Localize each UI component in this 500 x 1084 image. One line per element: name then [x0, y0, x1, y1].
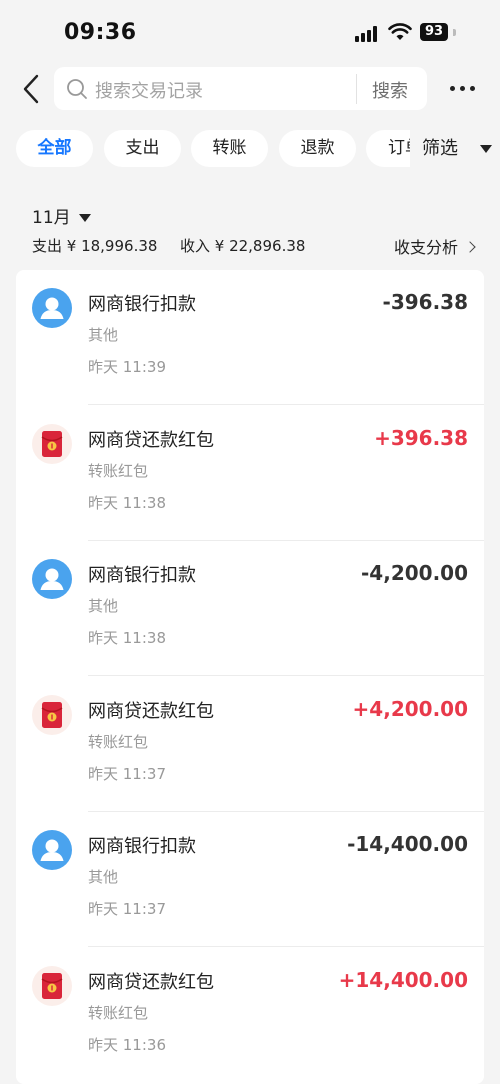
red-envelope-icon — [32, 965, 72, 1006]
transaction-category: 转账红包 — [88, 461, 149, 480]
status-time: 09:36 — [64, 20, 137, 45]
income-expense-analysis-link[interactable]: 收支分析 — [393, 234, 476, 258]
signal-icon — [355, 26, 381, 42]
transaction-title: 网商银行扣款 — [88, 294, 196, 315]
transaction-title: 网商贷还款红包 — [88, 700, 214, 722]
filter-tabs: 全部 支出 转账 退款 订单 筛选 — [0, 130, 500, 168]
tab-expense[interactable]: 支出 — [104, 130, 181, 167]
tab-all[interactable]: 全部 — [16, 130, 93, 167]
transaction-amount: +396.38 — [374, 425, 468, 450]
transaction-title: 网商贷还款红包 — [88, 429, 214, 451]
tab-transfer[interactable]: 转账 — [191, 130, 268, 167]
filter-button[interactable]: 筛选 — [410, 130, 500, 167]
battery-indicator: 93 — [420, 23, 449, 41]
transaction-category: 转账红包 — [88, 1003, 149, 1022]
red-envelope-icon — [32, 423, 72, 464]
transaction-amount: +4,200.00 — [352, 696, 468, 721]
transaction-title: 网商银行扣款 — [88, 565, 196, 586]
month-selector[interactable]: 11月 — [32, 203, 91, 228]
red-envelope-icon — [32, 694, 72, 735]
caret-down-icon — [480, 145, 492, 153]
transaction-amount: -396.38 — [382, 290, 468, 314]
transaction-row[interactable]: 网商贷还款红包 转账红包昨天 11:36 +14,400.00 — [16, 948, 484, 1083]
transaction-time: 昨天 11:38 — [88, 629, 166, 647]
transaction-amount: +14,400.00 — [338, 967, 468, 992]
search-button[interactable]: 搜索 — [372, 77, 408, 103]
transaction-time: 昨天 11:38 — [88, 493, 166, 512]
person-avatar-icon — [32, 830, 72, 870]
transaction-category: 其他 — [88, 326, 119, 344]
transaction-title: 网商贷还款红包 — [88, 971, 214, 993]
search-placeholder: 搜索交易记录 — [95, 81, 203, 102]
income-total: 收入 ¥ 22,896.38 — [180, 237, 306, 255]
transaction-amount: -4,200.00 — [361, 561, 468, 585]
transaction-time: 昨天 11:39 — [88, 358, 166, 376]
search-icon — [67, 79, 87, 99]
transaction-category: 其他 — [88, 868, 119, 886]
analysis-label: 收支分析 — [393, 238, 458, 257]
month-label: 11月 — [32, 208, 71, 228]
caret-down-icon — [78, 214, 91, 222]
transaction-category: 其他 — [88, 597, 119, 615]
transaction-list: 网商银行扣款 其他 昨天 11:39 -396.38 网商贷还款红包 转账红包 昨天 11:… — [16, 270, 484, 1084]
transaction-time: 昨天 11:37 — [88, 764, 166, 783]
transaction-amount: -14,400.00 — [347, 832, 468, 856]
person-avatar-icon — [32, 559, 72, 599]
back-button[interactable] — [18, 72, 48, 106]
transaction-row[interactable]: 网商银行扣款 其他昨天 11:39 -396.38 — [16, 270, 484, 405]
filter-label: 筛选 — [422, 138, 458, 159]
transaction-category: 转账红包 — [88, 732, 149, 751]
search-input[interactable]: 搜索交易记录 搜索 — [54, 67, 427, 110]
transaction-row[interactable]: 网商贷还款红包 转账红包昨天 11:38 +396.38 — [16, 406, 484, 541]
transaction-time: 昨天 11:36 — [88, 1035, 166, 1054]
wifi-icon — [388, 23, 412, 40]
transaction-title: 网商银行扣款 — [88, 836, 196, 857]
transaction-row[interactable]: 网商银行扣款 其他昨天 11:37 -14,400.00 — [16, 812, 484, 947]
transaction-time: 昨天 11:37 — [88, 900, 166, 918]
search-divider — [356, 74, 357, 104]
battery-tip — [453, 29, 456, 36]
transaction-row[interactable]: 网商银行扣款 其他昨天 11:38 -4,200.00 — [16, 541, 484, 676]
transaction-row[interactable]: 网商贷还款红包 转账红包昨天 11:37 +4,200.00 — [16, 677, 484, 812]
status-bar: 09:36 93 — [0, 0, 500, 64]
person-avatar-icon — [32, 288, 72, 328]
chevron-right-icon — [464, 241, 476, 253]
more-options-button[interactable] — [448, 78, 478, 100]
expense-total: 支出 ¥ 18,996.38 — [32, 237, 158, 255]
transaction-records-page: 09:36 93 搜索交易记录 搜索 全部 支出 转账 退款 订单 筛选 11月… — [0, 0, 500, 1084]
tab-refund[interactable]: 退款 — [279, 130, 356, 167]
